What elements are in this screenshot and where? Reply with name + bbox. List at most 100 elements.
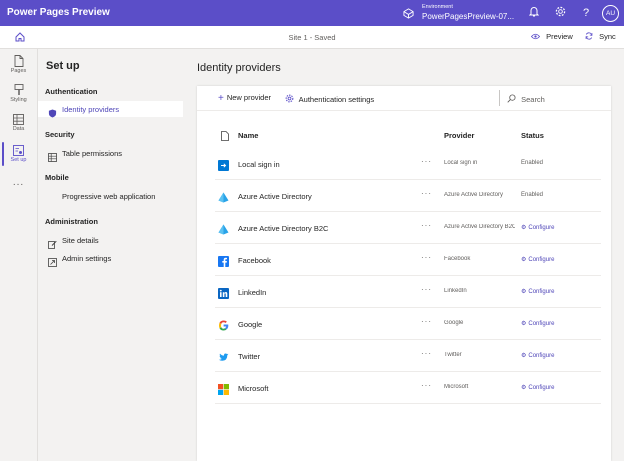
side-item-table-permissions[interactable]: Table permissions [38, 145, 183, 162]
main-content: Identity providers + New provider Authent… [183, 49, 624, 461]
more-actions-icon[interactable]: ··· [421, 381, 432, 390]
plus-icon: + [218, 93, 224, 104]
side-item-label: Identity providers [62, 105, 120, 114]
search-input[interactable]: Search [507, 94, 545, 104]
more-actions-icon[interactable]: ··· [421, 285, 432, 294]
provider-name: Microsoft [238, 384, 269, 393]
provider-status: Enabled [521, 160, 544, 166]
table-row[interactable]: Twitter ··· Twitter ⚙ Configure [215, 340, 601, 372]
configure-label: Configure [528, 257, 555, 263]
configure-link[interactable]: ⚙ Configure [521, 224, 554, 231]
column-header-provider[interactable]: Provider [444, 131, 474, 140]
configure-link[interactable]: ⚙ Configure [521, 352, 554, 359]
side-item-admin-settings[interactable]: Admin settings [38, 250, 183, 267]
more-actions-icon[interactable]: ··· [421, 349, 432, 358]
side-item-site-details[interactable]: Site details [38, 232, 183, 249]
table-row[interactable]: Azure Active Directory ··· Azure Active … [215, 180, 601, 212]
table-row[interactable]: Google ··· Google ⚙ Configure [215, 308, 601, 340]
rail-item-data[interactable]: Data [0, 114, 37, 132]
side-panel-title: Set up [46, 60, 80, 72]
new-provider-button[interactable]: + New provider [218, 92, 272, 104]
providers-toolbar: + New provider Authentication settings Se… [197, 86, 611, 111]
column-header-name[interactable]: Name [238, 131, 258, 140]
search-placeholder: Search [521, 95, 545, 104]
provider-name: Azure Active Directory [238, 192, 312, 201]
configure-link[interactable]: ⚙ Configure [521, 384, 554, 391]
side-item-label: Progressive web application [62, 192, 156, 201]
local-signin-icon [218, 158, 229, 171]
page-title: Identity providers [197, 62, 281, 74]
rail-item-pages[interactable]: Pages [0, 55, 37, 74]
app-title[interactable]: Power Pages Preview [7, 7, 110, 18]
provider-name: Twitter [238, 352, 261, 361]
microsoft-icon [218, 382, 229, 395]
provider-name: LinkedIn [238, 288, 267, 297]
more-actions-icon[interactable]: ··· [421, 253, 432, 262]
help-icon[interactable]: ? [579, 6, 593, 20]
side-item-label: Site details [62, 236, 99, 245]
configure-label: Configure [528, 353, 555, 359]
provider-status: Enabled [521, 192, 544, 198]
sync-icon [585, 32, 595, 41]
paintbrush-icon [14, 84, 23, 95]
provider-name: Local sign in [238, 160, 280, 169]
configure-link[interactable]: ⚙ Configure [521, 256, 554, 263]
azure-ad-b2c-icon [218, 222, 229, 235]
gear-icon: ⚙ [521, 385, 527, 391]
gear-icon: ⚙ [521, 353, 527, 359]
side-item-progressive-web-application[interactable]: Progressive web application [38, 188, 183, 204]
configure-label: Configure [528, 289, 555, 295]
column-header-status[interactable]: Status [521, 131, 544, 140]
linkedin-icon [218, 286, 229, 299]
section-heading-administration: Administration [45, 217, 98, 226]
file-icon [221, 131, 229, 143]
table-row[interactable]: Azure Active Directory B2C ··· Azure Act… [215, 212, 601, 244]
more-actions-icon[interactable]: ··· [421, 157, 432, 166]
rail-item-styling[interactable]: Styling [0, 84, 37, 103]
user-avatar[interactable]: AU [602, 5, 619, 22]
authentication-settings-button[interactable]: Authentication settings [285, 94, 374, 104]
provider-type: Local sign in [444, 160, 478, 166]
azure-ad-icon [218, 190, 229, 203]
provider-type: Azure Active Directory B2C [444, 224, 515, 230]
more-actions-icon[interactable]: ··· [421, 189, 432, 198]
gear-icon [285, 94, 299, 104]
provider-type: Microsoft [444, 384, 469, 390]
section-heading-authentication: Authentication [45, 87, 98, 96]
side-item-identity-providers[interactable]: Identity providers [38, 101, 183, 118]
environment-name: PowerPagesPreview-07... [422, 12, 515, 21]
environment-icon [403, 8, 414, 21]
table-row[interactable]: LinkedIn ··· LinkedIn ⚙ Configure [215, 276, 601, 308]
setup-icon [13, 145, 24, 156]
settings-gear-icon[interactable] [553, 6, 567, 22]
side-item-label: Table permissions [62, 149, 123, 158]
toolbar-divider [499, 90, 500, 106]
preview-label: Preview [546, 32, 573, 41]
rail-more-icon[interactable]: ... [0, 177, 37, 188]
shield-icon [48, 105, 57, 118]
provider-type: Twitter [444, 352, 462, 358]
provider-type: LinkedIn [444, 288, 467, 294]
table-row[interactable]: Microsoft ··· Microsoft ⚙ Configure [215, 372, 601, 404]
more-actions-icon[interactable]: ··· [421, 317, 432, 326]
gear-icon: ⚙ [521, 257, 527, 263]
new-provider-label: New provider [226, 93, 272, 102]
configure-label: Configure [528, 321, 555, 327]
rail-item-setup[interactable]: Set up [0, 145, 37, 163]
google-icon [218, 318, 229, 331]
configure-link[interactable]: ⚙ Configure [521, 320, 554, 327]
rail-label-pages: Pages [10, 68, 27, 74]
rail-label-styling: Styling [10, 97, 27, 103]
configure-label: Configure [528, 385, 555, 391]
facebook-icon [218, 254, 229, 267]
configure-link[interactable]: ⚙ Configure [521, 288, 554, 295]
sync-button[interactable]: Sync [585, 32, 616, 41]
left-nav-rail: Pages Styling Data Set up ... [0, 49, 38, 461]
table-icon [48, 149, 57, 162]
preview-button[interactable]: Preview [530, 32, 573, 41]
table-row[interactable]: Local sign in ··· Local sign in Enabled [215, 148, 601, 180]
provider-type: Azure Active Directory [444, 192, 504, 198]
more-actions-icon[interactable]: ··· [421, 221, 432, 230]
notification-bell-icon[interactable] [527, 6, 541, 22]
table-row[interactable]: Facebook ··· Facebook ⚙ Configure [215, 244, 601, 276]
